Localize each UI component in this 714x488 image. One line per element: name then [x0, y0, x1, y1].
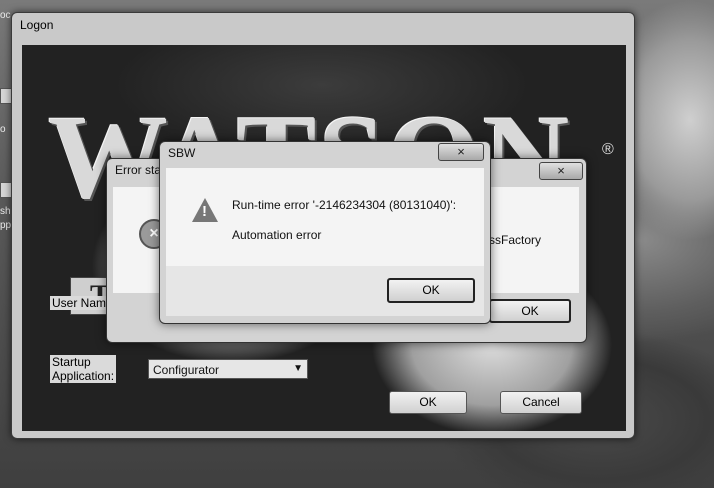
error-message: ssFactory — [489, 233, 542, 247]
close-icon[interactable]: × — [438, 143, 484, 161]
desktop-icon-label: sh — [0, 206, 11, 217]
error-ok-button[interactable]: OK — [489, 299, 571, 323]
sbw-ok-button[interactable]: OK — [387, 278, 475, 303]
desktop-icon-label: pp — [0, 220, 12, 231]
error-message-line1: Run-time error '-2146234304 (80131040)': — [232, 198, 457, 212]
close-icon[interactable]: × — [539, 162, 583, 180]
desktop-icon-label: oc — [0, 10, 11, 21]
startup-label-line1: Startup — [52, 355, 91, 369]
startup-application-value: Configurator — [153, 363, 220, 377]
sbw-dialog: SBW × ! Run-time error '-2146234304 (801… — [159, 141, 491, 324]
startup-application-select[interactable]: Configurator ▼ — [148, 359, 308, 379]
window-title: Logon — [20, 18, 54, 32]
user-name-label: User Name — [50, 296, 115, 310]
dialog-title: SBW — [168, 146, 196, 160]
dialog-body: ! Run-time error '-2146234304 (80131040)… — [166, 168, 484, 266]
error-message-line2: Automation error — [232, 228, 322, 242]
dialog-title: Error sta — [115, 163, 162, 177]
desktop-icon-label: o — [0, 124, 6, 135]
logon-cancel-button[interactable]: Cancel — [500, 391, 582, 414]
startup-label-line2: Application: — [52, 369, 115, 383]
startup-application-label: Startup Application: — [50, 355, 117, 383]
logon-ok-button[interactable]: OK — [389, 391, 467, 414]
chevron-down-icon: ▼ — [293, 363, 303, 374]
warning-glyph: ! — [202, 203, 207, 220]
registered-mark: ® — [602, 141, 614, 158]
warning-icon: ! — [192, 198, 218, 222]
